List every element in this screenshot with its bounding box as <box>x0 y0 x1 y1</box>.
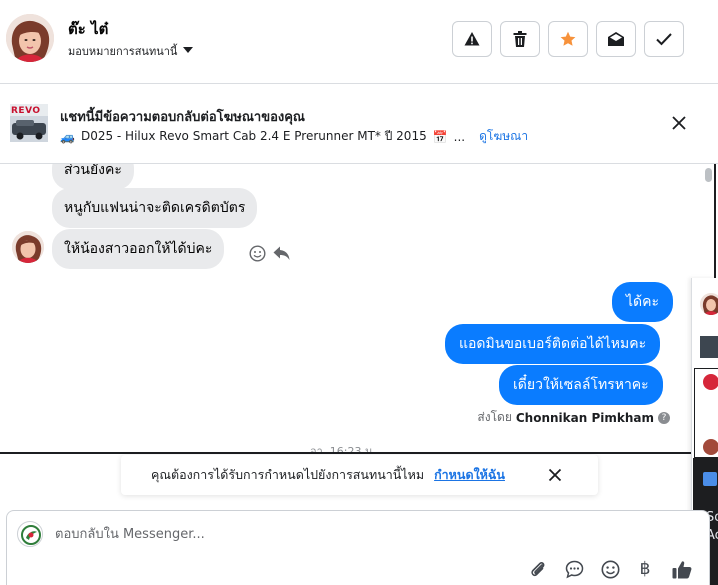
envelope-open-icon <box>608 32 624 46</box>
conversation-avatar[interactable] <box>700 293 718 315</box>
trash-icon <box>513 31 527 47</box>
like-button[interactable] <box>671 558 693 580</box>
checkmark-icon <box>656 33 672 46</box>
assign-conversation-dropdown[interactable]: มอบหมายการสนทนานี้ <box>68 42 194 60</box>
conversation-ad-thumbnail[interactable] <box>700 336 718 358</box>
thread-scrollbar[interactable] <box>705 168 712 182</box>
conversation-avatar <box>703 439 718 455</box>
outgoing-message: ได้คะ <box>612 282 674 322</box>
close-icon <box>672 116 686 130</box>
assign-prompt-text: คุณต้องการได้รับการกำหนดไปยังการสนทนานี้… <box>151 467 425 482</box>
chevron-down-icon <box>183 47 194 53</box>
contact-avatar[interactable] <box>6 14 54 62</box>
close-icon <box>548 468 562 482</box>
star-button[interactable] <box>548 21 588 57</box>
paperclip-icon <box>531 562 545 577</box>
close-toast-button[interactable] <box>546 466 564 484</box>
assign-label: มอบหมายการสนทนานี้ <box>68 45 178 58</box>
sender-name: Chonnikan Pimkham <box>515 410 654 425</box>
page-avatar[interactable] <box>17 521 43 547</box>
thumbs-up-icon <box>672 560 692 578</box>
conversation-avatar <box>703 374 718 390</box>
grid-icon[interactable] <box>703 472 717 486</box>
incoming-message: ส่วนยังคะ <box>52 164 134 190</box>
ad-reply-banner: REVO แชทนี้มีข้อความตอบกลับต่อโฆษณาของคุ… <box>0 84 718 164</box>
conversation-header: ต๊ะ ไต๋ มอบหมายการสนทนานี้ <box>0 0 718 84</box>
mark-spam-button[interactable] <box>452 21 492 57</box>
outgoing-message: เดี๋ยวให้เซลล์โทรหาคะ <box>499 365 663 405</box>
react-button[interactable] <box>249 245 266 266</box>
message-thread[interactable]: ส่วนยังคะ หนูกับแฟนน่าจะติดเครดิตบัตร ให… <box>0 164 716 454</box>
car-icon: 🚙 <box>60 129 75 144</box>
saved-replies-button[interactable] <box>563 558 585 580</box>
emoji-button[interactable] <box>599 558 621 580</box>
calendar-icon: 📅 <box>432 129 448 144</box>
close-ad-banner-button[interactable] <box>669 113 689 133</box>
ad-name: D025 - Hilux Revo Smart Cab 2.4 E Prerun… <box>80 129 427 143</box>
emoji-icon <box>601 560 619 578</box>
mark-unread-button[interactable] <box>596 21 636 57</box>
reply-button[interactable] <box>273 246 290 265</box>
outgoing-message: แอดมินขอเบอร์ติดต่อได้ไหมคะ <box>445 324 661 364</box>
mark-done-button[interactable] <box>644 21 684 57</box>
help-icon[interactable]: ? <box>658 411 670 424</box>
smiley-icon <box>249 245 266 262</box>
chat-bubble-dots-icon <box>565 560 583 578</box>
message-timestamp: อา. 16:23 น. <box>310 445 376 454</box>
contact-avatar-small <box>12 231 44 263</box>
warning-icon <box>464 32 480 46</box>
ad-thumbnail[interactable]: REVO <box>10 104 48 142</box>
contact-name: ต๊ะ ไต๋ <box>68 20 109 38</box>
delete-button[interactable] <box>500 21 540 57</box>
view-ad-link[interactable]: ดูโฆษณา <box>479 127 528 146</box>
incoming-message: หนูกับแฟนน่าจะติดเครดิตบัตร <box>52 188 258 228</box>
ad-thumbnail-text: REVO <box>11 106 41 116</box>
message-composer: ฿ <box>6 510 710 585</box>
payment-button[interactable]: ฿ <box>634 558 656 580</box>
ad-name-ellipsis: ... <box>453 129 466 144</box>
baht-icon: ฿ <box>639 559 651 579</box>
ad-banner-title: แชทนี้มีข้อความตอบกลับต่อโฆษณาของคุณ <box>60 110 305 125</box>
ad-banner-subtitle: 🚙 D025 - Hilux Revo Smart Cab 2.4 E Prer… <box>60 127 528 146</box>
star-icon <box>560 31 576 46</box>
assign-prompt-toast: คุณต้องการได้รับการกำหนดไปยังการสนทนานี้… <box>121 455 598 495</box>
sent-by-prefix: ส่งโดย <box>477 410 512 424</box>
conversation-list-selected[interactable] <box>694 368 718 458</box>
attach-button[interactable] <box>527 558 549 580</box>
sent-by-label: ส่งโดย Chonnikan Pimkham ? <box>477 408 670 427</box>
incoming-message: ให้น้องสาวออกให้ได้บ่คะ <box>52 229 225 269</box>
reply-arrow-icon <box>273 246 290 260</box>
assign-to-me-link[interactable]: กำหนดให้ฉัน <box>434 465 505 485</box>
reply-input[interactable] <box>55 523 655 545</box>
